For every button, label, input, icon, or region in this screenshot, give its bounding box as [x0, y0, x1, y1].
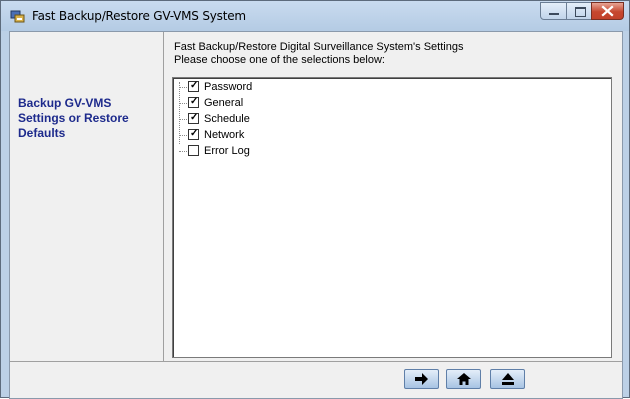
close-button[interactable]: [591, 2, 624, 20]
option-error-log[interactable]: Error Log: [173, 144, 373, 159]
option-label: Password: [204, 81, 253, 93]
option-label: Schedule: [204, 113, 250, 125]
close-icon: [601, 5, 614, 17]
maximize-icon: [575, 7, 586, 17]
arrow-right-icon: [415, 373, 428, 385]
option-label: Error Log: [204, 145, 250, 157]
option-label: General: [204, 97, 244, 109]
general-checkbox[interactable]: ✓: [188, 96, 199, 108]
sidebar-title: Backup GV-VMS Settings or Restore Defaul…: [18, 96, 129, 140]
eject-button[interactable]: [490, 369, 525, 389]
home-icon: [457, 373, 471, 385]
option-password[interactable]: ✓ Password: [173, 80, 373, 95]
eject-icon: [502, 373, 514, 385]
client-area: Backup GV-VMS Settings or Restore Defaul…: [9, 31, 623, 399]
selection-prompt: Please choose one of the selections belo…: [174, 54, 385, 66]
minimize-button[interactable]: [540, 2, 567, 20]
title-bar[interactable]: Fast Backup/Restore GV-VMS System: [1, 1, 629, 31]
footer-divider: [10, 361, 622, 362]
schedule-checkbox[interactable]: ✓: [188, 112, 199, 124]
tree-branch: [179, 87, 187, 88]
option-general[interactable]: ✓ General: [173, 96, 373, 111]
app-window: Fast Backup/Restore GV-VMS System Backup…: [0, 0, 630, 399]
option-label: Network: [204, 129, 245, 141]
backup-app-icon[interactable]: [10, 9, 26, 24]
options-tree: ✓ Password ✓ General ✓ Schedule ✓ Networ…: [172, 77, 612, 358]
tree-branch: [179, 119, 187, 120]
next-button[interactable]: [404, 369, 439, 389]
option-schedule[interactable]: ✓ Schedule: [173, 112, 373, 127]
tree-branch: [179, 135, 187, 136]
option-network[interactable]: ✓ Network: [173, 128, 373, 143]
minimize-icon: [549, 13, 559, 15]
sidebar: Backup GV-VMS Settings or Restore Defaul…: [10, 32, 164, 361]
checkmark-icon: ✓: [190, 128, 199, 139]
maximize-button[interactable]: [566, 2, 592, 20]
error-log-checkbox[interactable]: [188, 145, 199, 156]
checkmark-icon: ✓: [190, 80, 199, 91]
tree-branch: [179, 151, 187, 152]
settings-heading: Fast Backup/Restore Digital Surveillance…: [174, 41, 464, 53]
checkmark-icon: ✓: [190, 112, 199, 123]
instructions: Fast Backup/Restore Digital Surveillance…: [174, 41, 463, 67]
home-button[interactable]: [446, 369, 481, 389]
tree-branch: [179, 103, 187, 104]
network-checkbox[interactable]: ✓: [188, 128, 199, 140]
password-checkbox[interactable]: ✓: [188, 80, 199, 92]
window-title: Fast Backup/Restore GV-VMS System: [32, 9, 246, 23]
checkmark-icon: ✓: [190, 96, 199, 107]
